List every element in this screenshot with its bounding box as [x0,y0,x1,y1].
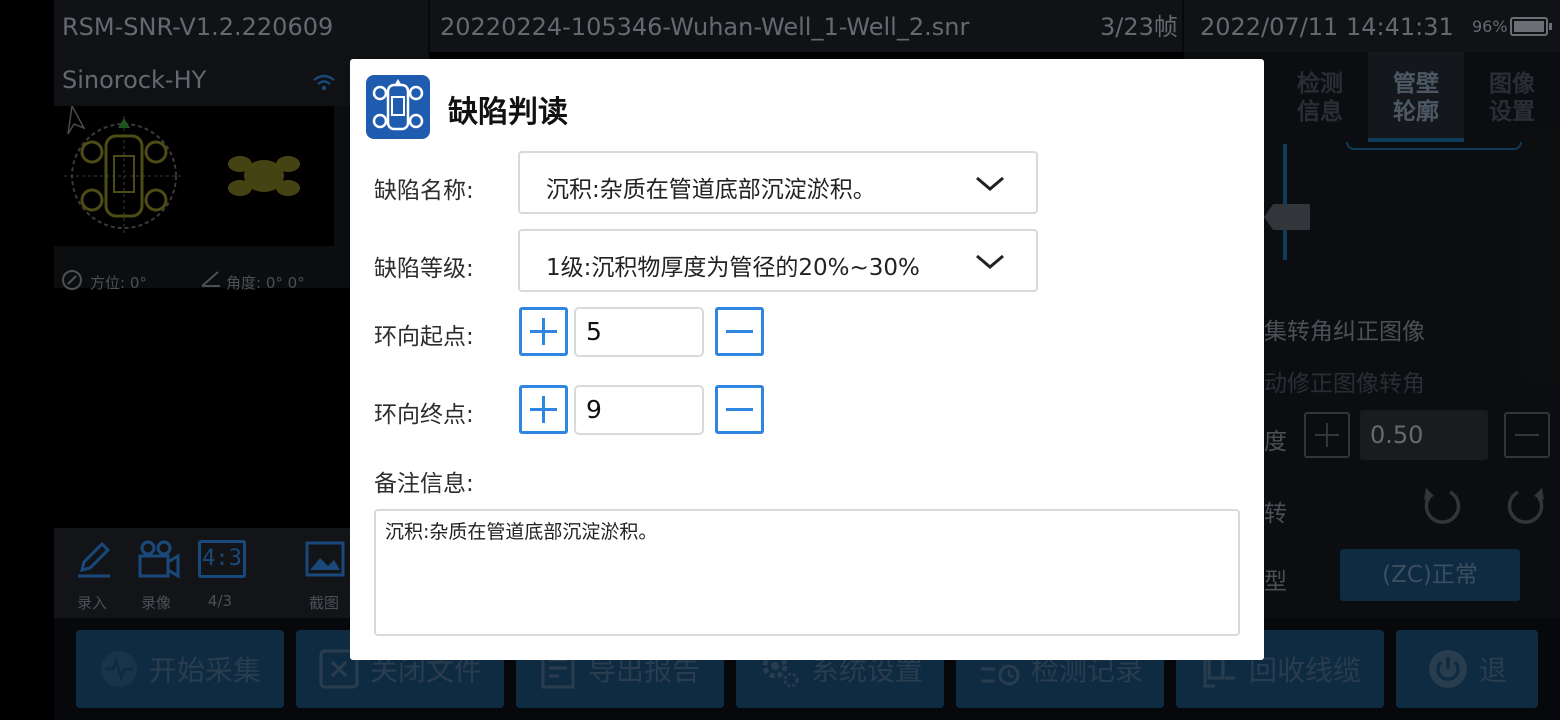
circ-end-plus-button[interactable] [519,385,568,434]
dialog-title: 缺陷判读 [448,95,568,130]
crawler-robot-icon [372,79,424,131]
notes-textarea[interactable]: 沉积:杂质在管道底部沉淀淤积。 [374,509,1240,636]
circ-end-label: 环向终点: [374,402,474,428]
app-background: RSM-SNR-V1.2.220609 20220224-105346-Wuha… [0,0,1560,720]
circ-start-plus-button[interactable] [519,307,568,356]
circ-start-input[interactable]: 5 [574,307,704,357]
defect-level-label: 缺陷等级: [374,256,474,282]
defect-name-label: 缺陷名称: [374,178,474,204]
defect-name-select[interactable]: 沉积:杂质在管道底部沉淀淤积。 [518,151,1038,214]
minus-icon [726,330,753,333]
plus-icon [530,396,557,423]
minus-icon [726,408,753,411]
defect-name-value: 沉积:杂质在管道底部沉淀淤积。 [546,177,876,203]
defect-assessment-dialog: 缺陷判读 缺陷名称: 沉积:杂质在管道底部沉淀淤积。 缺陷等级: 1级:沉积物厚… [350,59,1264,660]
chevron-down-icon [976,254,1004,269]
circ-end-input[interactable]: 9 [574,385,704,435]
defect-level-select[interactable]: 1级:沉积物厚度为管径的20%~30% [518,229,1038,292]
plus-icon [530,318,557,345]
defect-level-value: 1级:沉积物厚度为管径的20%~30% [546,255,920,281]
circ-start-label: 环向起点: [374,324,474,350]
circ-start-minus-button[interactable] [715,307,764,356]
notes-label: 备注信息: [374,471,474,497]
chevron-down-icon [976,176,1004,191]
circ-end-minus-button[interactable] [715,385,764,434]
dialog-app-icon [366,75,430,139]
